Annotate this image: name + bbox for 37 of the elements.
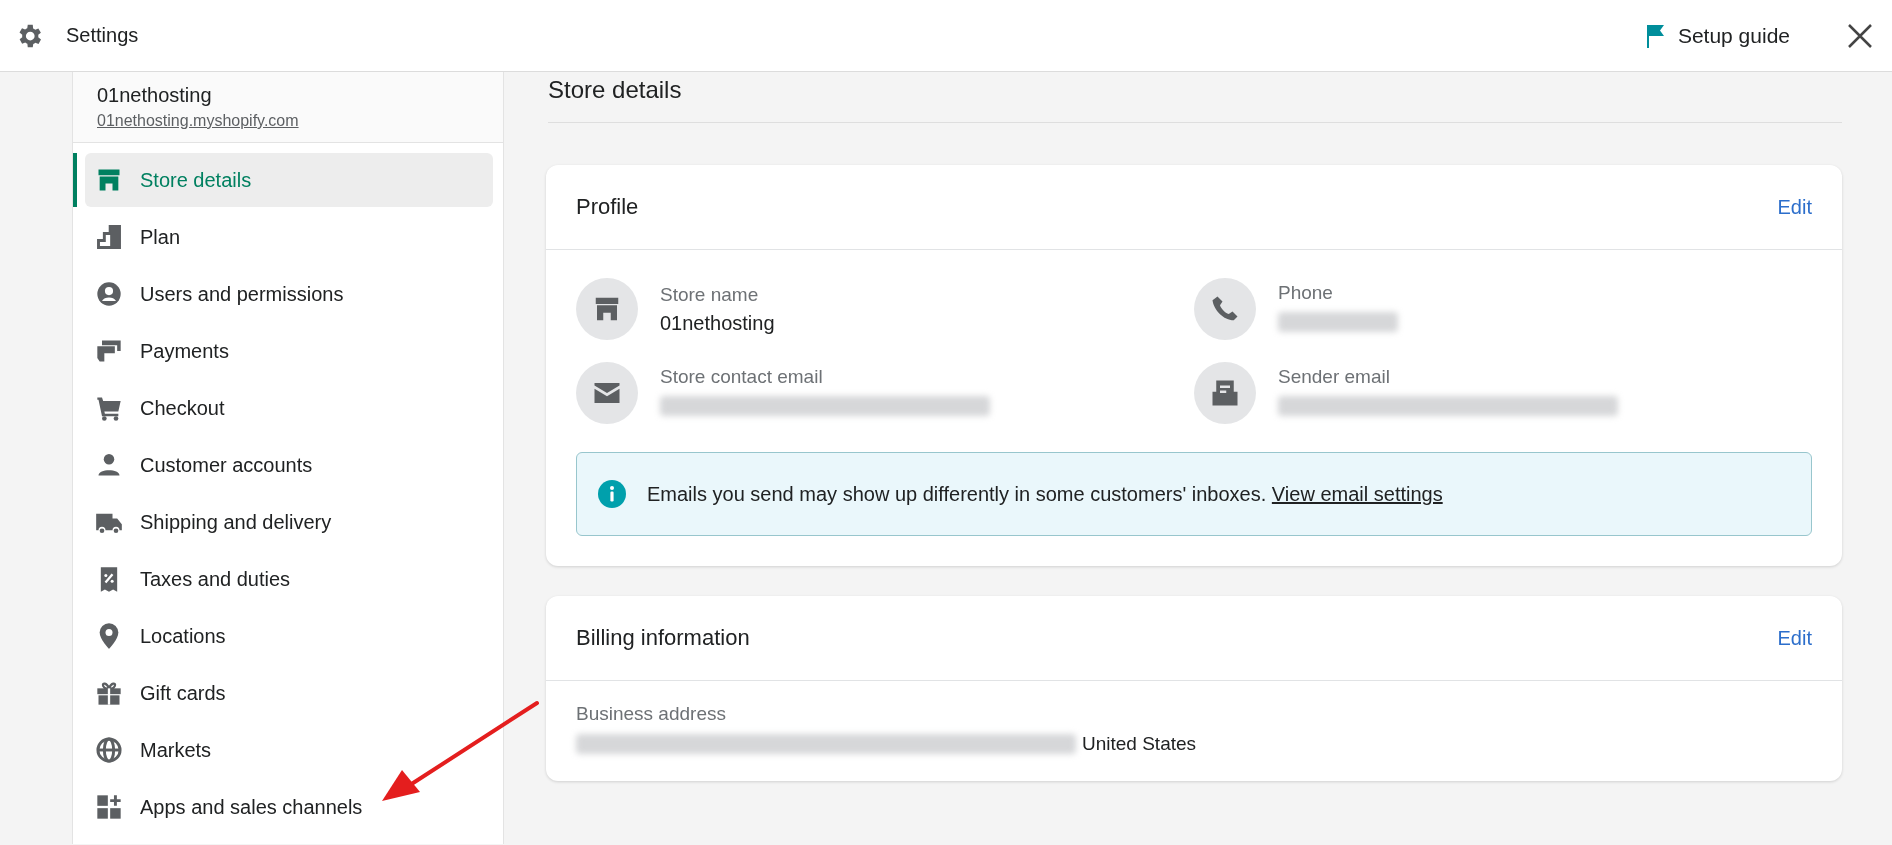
sidebar-item[interactable]: Locations: [85, 609, 493, 663]
edit-link[interactable]: Edit: [1777, 626, 1812, 650]
sidebar-item[interactable]: Payments: [85, 324, 493, 378]
field-label: Store name: [660, 283, 760, 306]
sidebar-item[interactable]: Customer accounts: [85, 438, 493, 492]
field-label: Phone: [1278, 282, 1334, 304]
field-value: 01nethosting: [660, 311, 775, 335]
settings-title: Settings: [66, 24, 139, 47]
sidebar-item[interactable]: Gift cards: [85, 666, 493, 720]
sidebar-item[interactable]: Checkout: [85, 381, 493, 435]
page-title: Store details: [548, 76, 1842, 123]
card-title: Billing information: [576, 625, 750, 651]
notice-text: Emails you send may show up differently in some customers' inboxes. View email settings: [647, 482, 1443, 506]
stairs-icon: [95, 223, 123, 251]
info-icon: [597, 479, 627, 509]
field-label: Sender email: [1278, 366, 1391, 388]
sidebar-item[interactable]: Store details: [85, 153, 493, 207]
sidebar-item[interactable]: Users and permissions: [85, 267, 493, 321]
user-circle-icon: [95, 280, 123, 308]
store-url-link[interactable]: 01nethosting.myshopify.com: [97, 112, 479, 130]
apps-grid-icon: [95, 793, 123, 821]
setup-guide-button[interactable]: Setup guide: [1643, 22, 1790, 49]
view-email-settings-link[interactable]: View email settings: [1271, 482, 1443, 505]
sidebar-item[interactable]: Plan: [85, 210, 493, 264]
sidebar-item[interactable]: Taxes and duties: [85, 552, 493, 606]
edit-link[interactable]: Edit: [1777, 195, 1812, 219]
selection-indicator: [73, 153, 77, 207]
field-label: Store contact email: [660, 366, 824, 388]
sidebar-item[interactable]: Shipping and delivery: [85, 495, 493, 549]
sidebar-item[interactable]: Markets: [85, 723, 493, 777]
card-title: Profile: [576, 194, 639, 220]
globe-icon: [95, 736, 123, 764]
address-text: United States: [1082, 732, 1197, 756]
sidebar-item[interactable]: Apps and sales channels: [85, 780, 493, 834]
store-name: 01nethosting: [97, 84, 213, 107]
gift-icon: [95, 679, 123, 707]
field-label: Business address: [576, 703, 727, 725]
